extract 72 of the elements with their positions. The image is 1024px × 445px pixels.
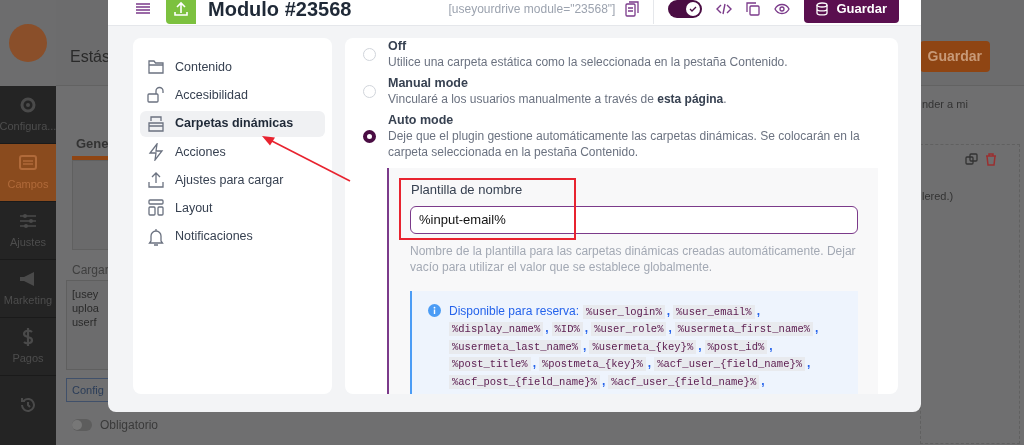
separator: , [666,303,671,318]
info-label: Disponible para reserva: [449,303,580,318]
upload-icon [147,171,165,190]
nav-item[interactable]: Notificaciones [140,223,325,250]
nav-item[interactable]: Carpetas dinámicas [140,110,325,137]
separator: , [668,321,672,335]
separator: , [756,303,760,318]
separator: , [647,356,652,370]
placeholder-code: %ID% [551,322,583,336]
separator: , [584,321,589,335]
menu-icon[interactable] [136,1,150,16]
database-icon [816,1,829,16]
bolt-icon [147,142,165,161]
separator: , [583,338,587,353]
nav-item[interactable]: Accesibilidad [140,82,325,109]
save-button[interactable]: Guardar [804,0,899,23]
placeholder-code: %post_title% [449,357,531,371]
nav-item[interactable]: Contenido [140,54,325,80]
description-text: lered.) [922,189,954,204]
field-label: Plantilla de nombre [411,181,524,199]
separator: , [698,338,702,353]
placeholder-code: %acf_user_{field_name}% [608,374,760,389]
placeholder-code: %usermeta_{key}% [589,339,697,354]
placeholder-code: %usermeta_first_name% [674,322,814,336]
nav-item[interactable]: Ajustes para cargar [140,167,325,194]
placeholder-code: %acf_post_{field_name}% [449,374,600,389]
nav-item[interactable]: Acciones [140,138,325,165]
option-title: Off [388,38,408,54]
placeholder-code: %display_name% [449,322,544,336]
eye-icon[interactable] [774,2,791,15]
bell-icon [147,227,165,246]
separator: , [532,356,536,370]
placeholder-code: %user_login% [583,304,665,319]
module-title: Modulo #23568 [208,0,352,22]
stack-icon [147,114,165,133]
option-description: Deje que el plugin gestione automáticamente las carpetas dinámicas. Se colocarán en la carpeta seleccionada en la pestaña Contenido. [388,128,861,160]
separator: , [761,373,765,388]
option-title: Auto mode [388,112,455,128]
fields-icon [18,152,38,173]
mascot-logo [9,24,47,62]
input-field[interactable]: %input-email% [410,205,858,234]
folder-icon [147,58,165,76]
copy-icon[interactable] [965,153,978,166]
description-text: nder a mi [922,97,968,112]
separator: , [769,338,773,353]
option-description: Utilice una carpeta estática como la seleccionada en la pestaña Contenido. [388,54,788,70]
copy-icon[interactable] [625,0,640,17]
toggle-switch[interactable] [72,419,92,431]
code-icon[interactable] [716,1,733,16]
placeholder-code: %user_email% [673,304,755,319]
layout-icon [147,199,165,218]
toggle-switch[interactable] [668,0,703,18]
separator: , [815,321,819,335]
placeholder-code: %usermeta_last_name% [449,339,582,354]
lock-icon [147,86,165,105]
radio-button[interactable] [363,129,376,143]
placeholder-code: %post_id% [704,339,768,354]
check-icon [689,4,698,13]
placeholder-code: %postmeta_{key}% [538,357,646,371]
info-icon [428,303,441,317]
separator: , [545,321,549,335]
page-title: Estás [70,46,110,67]
placeholder-code: %acf_user_{field_name}% [654,357,806,371]
separator: , [807,356,811,370]
option-description: Vincularé a los usuarios manualmente a través de esta página. [388,91,727,107]
duplicate-icon[interactable] [746,1,761,16]
help-text: Nombre de la plantilla para las carpetas dinámicas creadas automáticamente. Dejar vacío para utilizar el valor que se establece globalmente. [410,242,857,275]
option-title: Manual mode [388,75,469,91]
placeholder-code: %user_role% [591,322,667,336]
shortcode-text: [useyourdrive module="23568"] [448,0,616,18]
separator: , [601,373,606,388]
nav-item[interactable]: Layout [140,195,325,222]
